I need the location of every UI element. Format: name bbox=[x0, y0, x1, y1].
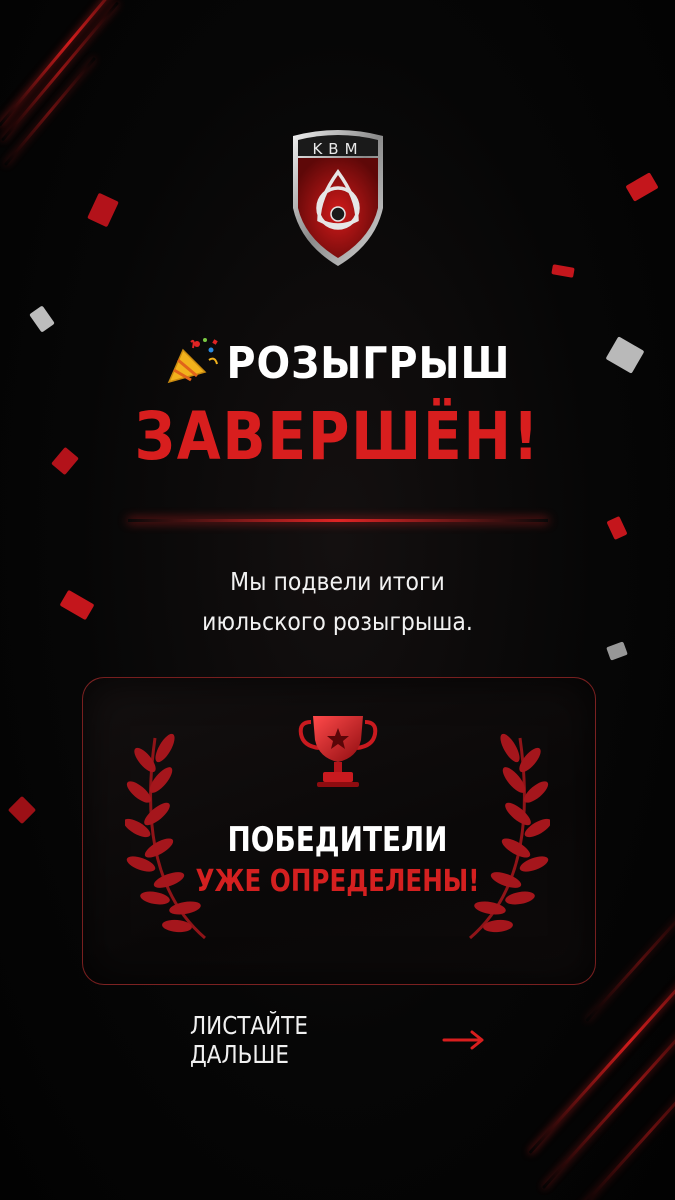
story-background: KBM РОЗЫГРЫШ ЗАВЕРШЁН! Мы подвели итоги … bbox=[0, 0, 675, 1200]
trophy-icon bbox=[298, 716, 378, 787]
subtitle-line1: Мы подвели итоги bbox=[230, 567, 445, 596]
swipe-next-label: ЛИСТАЙТЕ ДАЛЬШЕ bbox=[190, 1011, 308, 1069]
logo-text: KBM bbox=[312, 140, 363, 158]
headline-text-1: РОЗЫГРЫШ bbox=[226, 338, 511, 389]
swipe-next-button[interactable]: ЛИСТАЙТЕ ДАЛЬШЕ bbox=[190, 1011, 486, 1069]
winners-subtitle: УЖЕ ОПРЕДЕЛЕНЫ! bbox=[195, 864, 480, 899]
confetti-piece bbox=[606, 641, 628, 661]
light-streak bbox=[575, 1048, 675, 1200]
subtitle: Мы подвели итоги июльского розыгрыша. bbox=[41, 562, 635, 642]
confetti-piece bbox=[29, 305, 55, 333]
arrow-right-icon bbox=[442, 1030, 484, 1050]
light-streak bbox=[0, 0, 142, 127]
winners-title: ПОБЕДИТЕЛИ bbox=[227, 820, 448, 860]
party-popper-icon bbox=[167, 338, 218, 384]
kbm-shield-logo: KBM bbox=[293, 130, 383, 266]
confetti-piece bbox=[87, 192, 119, 228]
light-streak bbox=[1, 1, 119, 142]
headline-line1: РОЗЫГРЫШ bbox=[0, 336, 675, 389]
headline-line2: ЗАВЕРШЁН! bbox=[134, 398, 541, 475]
confetti-piece bbox=[551, 264, 575, 278]
subtitle-line2: июльского розыгрыша. bbox=[202, 607, 473, 636]
confetti-piece bbox=[7, 795, 37, 825]
red-divider bbox=[128, 519, 548, 522]
confetti-piece bbox=[606, 515, 628, 541]
light-streak bbox=[3, 56, 97, 167]
light-streak bbox=[541, 993, 675, 1190]
confetti-piece bbox=[625, 172, 659, 202]
